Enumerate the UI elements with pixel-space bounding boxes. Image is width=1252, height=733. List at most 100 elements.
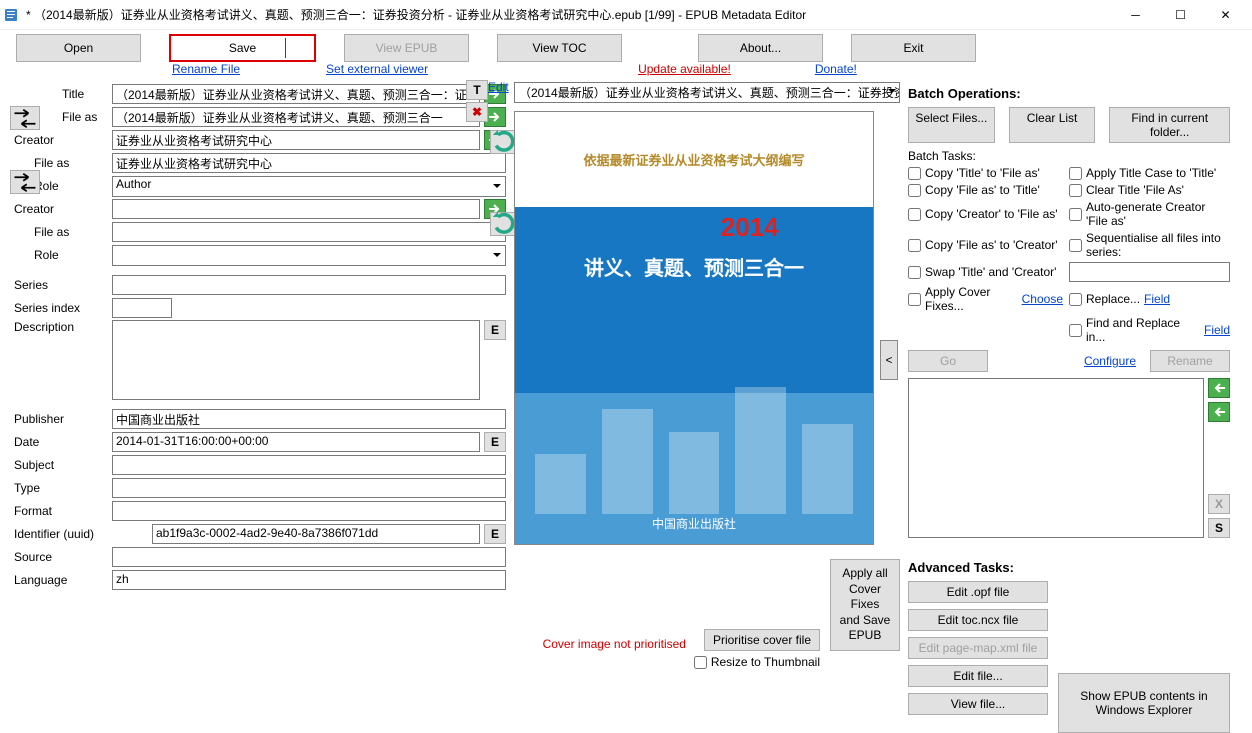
- creator2-fileas-label: File as: [14, 225, 112, 239]
- list-s-button[interactable]: S: [1208, 518, 1230, 538]
- donate-link[interactable]: Donate!: [815, 62, 857, 80]
- go-button[interactable]: Go: [908, 350, 988, 372]
- save-button[interactable]: Save: [169, 34, 316, 62]
- chk-autogen-creator[interactable]: Auto-generate Creator 'File as': [1069, 200, 1230, 228]
- date-edit-button[interactable]: E: [484, 432, 506, 452]
- description-label: Description: [14, 320, 112, 334]
- creator2-role-select[interactable]: [112, 245, 506, 266]
- identifier-input[interactable]: ab1f9a3c-0002-4ad2-9e40-8a7386f071dd: [152, 524, 480, 544]
- chk-replace[interactable]: Replace... Field: [1069, 285, 1230, 313]
- apply-cover-fixes-button[interactable]: Apply all Cover Fixes and Save EPUB: [830, 559, 900, 651]
- language-label: Language: [14, 573, 112, 587]
- creator2-label: Creator: [14, 202, 112, 216]
- publisher-input[interactable]: 中国商业出版社: [112, 409, 506, 429]
- cover-main-title: 证券业从业资格考试 2014: [515, 212, 873, 243]
- title-bar: * （2014最新版）证券业从业资格考试讲义、真题、预测三合一：证券投资分析 -…: [0, 0, 1252, 30]
- configure-link[interactable]: Configure: [1084, 354, 1136, 368]
- list-x-button[interactable]: X: [1208, 494, 1230, 514]
- open-button[interactable]: Open: [16, 34, 141, 62]
- batch-heading: Batch Operations:: [908, 86, 1230, 101]
- about-button[interactable]: About...: [698, 34, 823, 62]
- chk-find-replace[interactable]: Find and Replace in... Field: [1069, 316, 1230, 344]
- language-input[interactable]: zh: [112, 570, 506, 590]
- series-index-input[interactable]: [112, 298, 172, 318]
- creator2-role-label: Role: [14, 248, 112, 262]
- select-files-button[interactable]: Select Files...: [908, 107, 995, 143]
- chk-sequentialise[interactable]: Sequentialise all files into series:: [1069, 231, 1230, 259]
- series-name-input[interactable]: [1069, 262, 1230, 282]
- creator1-fileas-input[interactable]: 证券业从业资格考试研究中心: [112, 153, 506, 173]
- swap-title-button[interactable]: [10, 106, 40, 130]
- type-input[interactable]: [112, 478, 506, 498]
- creator1-input[interactable]: 证券业从业资格考试研究中心: [112, 130, 480, 150]
- advanced-heading: Advanced Tasks:: [908, 560, 1230, 575]
- resize-thumbnail-checkbox[interactable]: Resize to Thumbnail: [694, 655, 820, 669]
- list-down-button[interactable]: [1208, 402, 1230, 422]
- description-input[interactable]: [112, 320, 480, 400]
- cover-publisher: 中国商业出版社: [515, 515, 873, 532]
- cover-top-text: 依据最新证券业从业资格考试大纲编写: [515, 150, 873, 169]
- close-button[interactable]: ✕: [1203, 1, 1248, 29]
- maximize-button[interactable]: ☐: [1158, 1, 1203, 29]
- edit-file-button[interactable]: Edit file...: [908, 665, 1048, 687]
- delete-button[interactable]: ✖: [466, 102, 488, 122]
- show-in-explorer-button[interactable]: Show EPUB contents in Windows Explorer: [1058, 673, 1230, 733]
- window-controls: ─ ☐ ✕: [1113, 1, 1248, 29]
- chk-copy-creator-fileas[interactable]: Copy 'Creator' to 'File as': [908, 200, 1063, 228]
- app-icon: [4, 7, 20, 23]
- minimize-button[interactable]: ─: [1113, 1, 1158, 29]
- rename-file-link[interactable]: Rename File: [172, 62, 240, 80]
- prioritise-cover-button[interactable]: Prioritise cover file: [704, 629, 820, 651]
- clear-list-button[interactable]: Clear List: [1009, 107, 1096, 143]
- file-list-box[interactable]: [908, 378, 1204, 538]
- window-title: * （2014最新版）证券业从业资格考试讲义、真题、预测三合一：证券投资分析 -…: [26, 6, 1113, 23]
- chk-apply-cover-fixes[interactable]: Apply Cover Fixes... Choose: [908, 285, 1063, 313]
- set-external-viewer-link[interactable]: Set external viewer: [326, 62, 428, 80]
- publisher-label: Publisher: [14, 412, 112, 426]
- chk-copy-title-fileas[interactable]: Copy 'Title' to 'File as': [908, 166, 1063, 180]
- creator1-role-select[interactable]: Author: [112, 176, 506, 197]
- title-label: Title: [62, 87, 112, 101]
- exit-button[interactable]: Exit: [851, 34, 976, 62]
- view-file-button[interactable]: View file...: [908, 693, 1048, 715]
- title-t-button[interactable]: T: [466, 80, 488, 100]
- source-input[interactable]: [112, 547, 506, 567]
- source-label: Source: [14, 550, 112, 564]
- find-folder-button[interactable]: Find in current folder...: [1109, 107, 1230, 143]
- format-input[interactable]: [112, 501, 506, 521]
- creator-label: Creator: [14, 133, 112, 147]
- chk-copy-fileas-creator[interactable]: Copy 'File as' to 'Creator': [908, 231, 1063, 259]
- swap-creator-button[interactable]: [10, 170, 40, 194]
- title-fileas-label: File as: [62, 110, 112, 124]
- edit-pagemap-button[interactable]: Edit page-map.xml file: [908, 637, 1048, 659]
- rename-button[interactable]: Rename: [1150, 350, 1230, 372]
- chk-swap-title-creator[interactable]: Swap 'Title' and 'Creator': [908, 262, 1063, 282]
- title-fileas-input[interactable]: （2014最新版）证券业从业资格考试讲义、真题、预测三合一: [112, 107, 480, 127]
- list-up-button[interactable]: [1208, 378, 1230, 398]
- view-toc-button[interactable]: View TOC: [497, 34, 622, 62]
- series-input[interactable]: [112, 275, 506, 295]
- chk-title-case[interactable]: Apply Title Case to 'Title': [1069, 166, 1230, 180]
- date-input[interactable]: 2014-01-31T16:00:00+00:00: [112, 432, 480, 452]
- creator2-fileas-input[interactable]: [112, 222, 506, 242]
- cover-edit-link[interactable]: Edit: [488, 80, 509, 94]
- view-epub-button[interactable]: View EPUB: [344, 34, 469, 62]
- chk-copy-fileas-title[interactable]: Copy 'File as' to 'Title': [908, 183, 1063, 197]
- format-label: Format: [14, 504, 112, 518]
- subject-label: Subject: [14, 458, 112, 472]
- cover-warning: Cover image not prioritised: [543, 637, 686, 651]
- identifier-edit-button[interactable]: E: [484, 524, 506, 544]
- creator2-input[interactable]: [112, 199, 480, 219]
- link-row: Rename File Set external viewer Update a…: [0, 62, 1252, 80]
- title-input[interactable]: （2014最新版）证券业从业资格考试讲义、真题、预测三合一：证券投资分析: [112, 84, 480, 104]
- cover-select[interactable]: （2014最新版）证券业从业资格考试讲义、真题、预测三合一：证券投资分析: [514, 82, 900, 103]
- chk-clear-title-fileas[interactable]: Clear Title 'File As': [1069, 183, 1230, 197]
- series-label: Series: [14, 278, 112, 292]
- subject-input[interactable]: [112, 455, 506, 475]
- edit-toc-button[interactable]: Edit toc.ncx file: [908, 609, 1048, 631]
- update-available-link[interactable]: Update available!: [638, 62, 731, 80]
- toolbar: Open Save View EPUB View TOC About... Ex…: [0, 30, 1252, 62]
- description-edit-button[interactable]: E: [484, 320, 506, 340]
- edit-opf-button[interactable]: Edit .opf file: [908, 581, 1048, 603]
- collapse-tab[interactable]: <: [880, 340, 898, 380]
